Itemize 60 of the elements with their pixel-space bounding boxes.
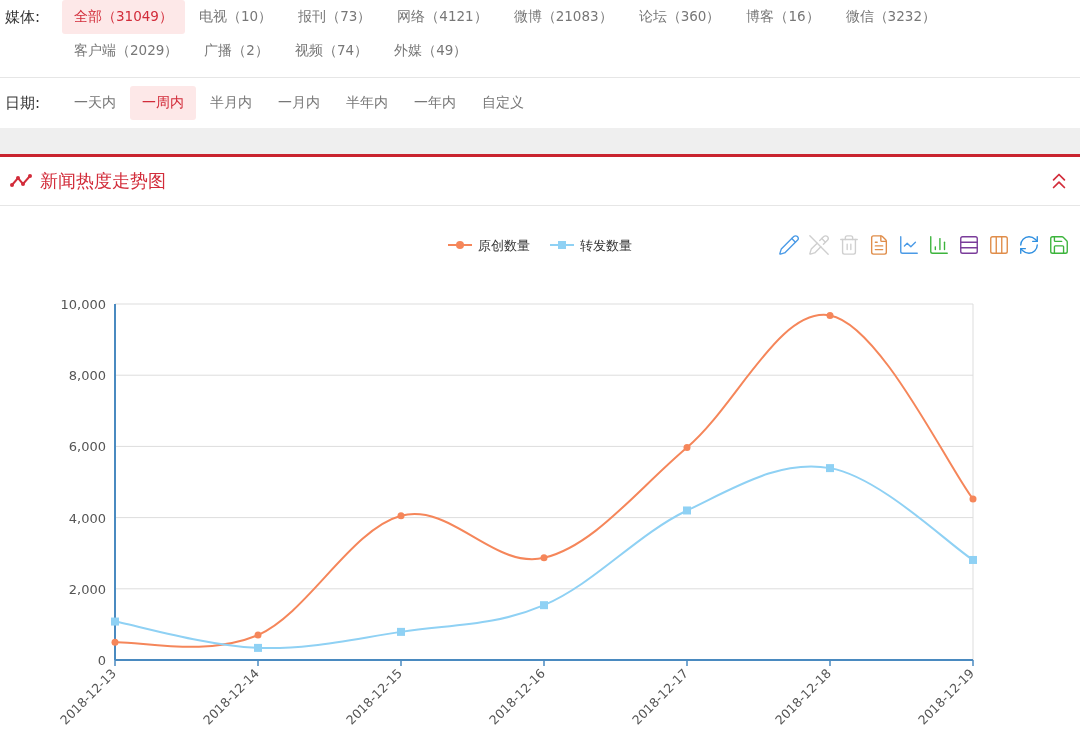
data-point [826, 311, 834, 319]
y-tick-label: 2,000 [68, 581, 106, 597]
media-filter-option[interactable]: 电视（10） [186, 0, 285, 34]
filter-label: 媒体: [4, 7, 42, 28]
legend-label: 转发数量 [580, 238, 632, 253]
media-filter-option[interactable]: 外媒（49） [382, 34, 480, 68]
date-filter-option[interactable]: 一天内 [62, 86, 128, 120]
toolbar-button[interactable] [958, 234, 980, 256]
y-tick-label: 4,000 [68, 510, 106, 526]
media-filter-option[interactable]: 微信（3232） [833, 0, 948, 34]
data-point [397, 627, 405, 636]
pencil-icon [778, 234, 800, 256]
data-point [111, 617, 119, 626]
date-filter-option[interactable]: 一月内 [266, 86, 332, 120]
date-filter-option[interactable]: 半月内 [198, 86, 264, 120]
media-filter-option[interactable]: 博客（16） [734, 0, 832, 34]
panel-title: 新闻热度走势图 [40, 169, 167, 193]
trend-line-icon [10, 173, 32, 189]
media-filter-option[interactable]: 客户端（2029） [62, 34, 191, 68]
date-filter-option[interactable]: 自定义 [470, 86, 536, 120]
data-point [254, 643, 262, 652]
data-point [111, 638, 119, 646]
line-chart-icon [898, 234, 920, 256]
save-icon [1048, 234, 1070, 256]
y-tick-label: 6,000 [68, 439, 106, 455]
date-filter-option[interactable]: 一年内 [402, 86, 468, 120]
y-tick-label: 10,000 [60, 297, 106, 312]
data-point [969, 495, 977, 503]
data-point [397, 512, 405, 520]
data-point [254, 631, 262, 639]
legend-item[interactable]: 原创数量 [447, 238, 530, 253]
data-point [540, 601, 548, 610]
media-filter-option[interactable]: 全部（31049） [62, 0, 185, 34]
y-tick-label: 8,000 [68, 368, 106, 384]
media-filter-option[interactable]: 网络（4121） [385, 0, 500, 34]
data-point [683, 506, 691, 515]
toolbar-button[interactable] [898, 234, 920, 256]
data-point [826, 464, 834, 473]
media-filter-option[interactable]: 广播（2） [192, 34, 281, 68]
media-filter-option[interactable]: 论坛（360） [626, 0, 733, 34]
media-filter-option[interactable]: 微博（21083） [501, 0, 625, 34]
data-point [540, 554, 548, 562]
date-filter-option[interactable]: 半年内 [334, 86, 400, 120]
y-tick-label: 0 [97, 653, 106, 668]
legend-label: 原创数量 [478, 238, 530, 253]
pencil-icon [808, 234, 830, 256]
date-filter-option[interactable]: 一周内 [130, 86, 196, 120]
media-filter-option[interactable]: 视频（74） [282, 34, 381, 68]
data-point [683, 443, 691, 451]
filter-label: 日期: [4, 93, 42, 114]
trash-icon [838, 234, 860, 256]
data-point [969, 555, 977, 564]
refresh-icon [1018, 234, 1040, 256]
document-icon [868, 234, 890, 256]
bar-chart-icon [928, 234, 950, 256]
toolbar-button[interactable] [1018, 234, 1040, 256]
media-filter-option[interactable]: 报刊（73） [286, 0, 384, 34]
stacked-rows-icon [958, 234, 980, 256]
columns-icon [988, 234, 1010, 256]
legend-item[interactable]: 转发数量 [549, 238, 632, 253]
